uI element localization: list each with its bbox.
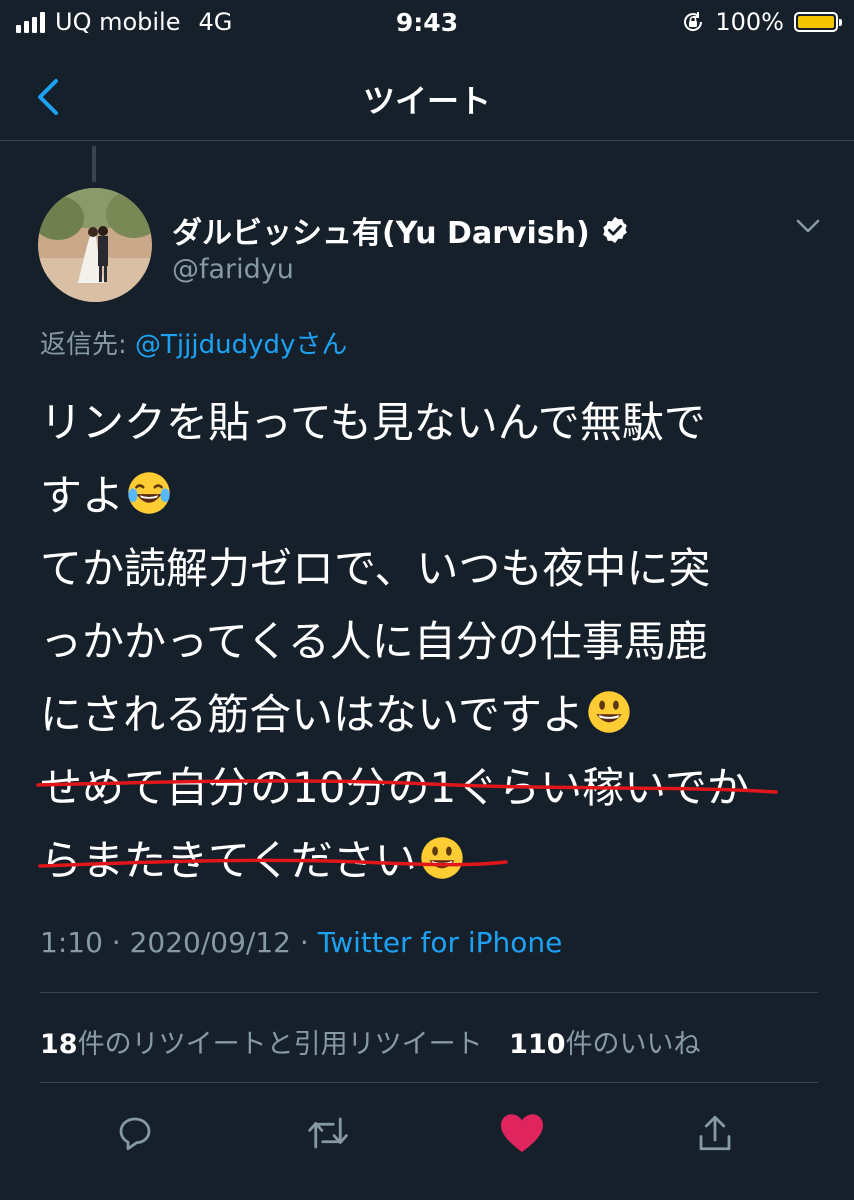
divider: [40, 992, 818, 993]
divider: [40, 1082, 818, 1083]
tweet-source-link[interactable]: Twitter for iPhone: [318, 926, 563, 959]
tweet-date: 2020/09/12: [129, 926, 291, 959]
tweet-timestamp: 1:10 · 2020/09/12 · Twitter for iPhone: [40, 926, 562, 959]
like-heart-icon: [501, 1114, 543, 1153]
share-icon: [699, 1115, 731, 1151]
share-button[interactable]: [690, 1108, 740, 1158]
retweets-label: 件のリツイートと引用リツイート: [77, 1029, 483, 1060]
likes-label: 件のいいね: [565, 1029, 701, 1060]
reply-icon: [119, 1117, 151, 1151]
tweet-stats: 18件のリツイートと引用リツイート 110件のいいね: [40, 1022, 701, 1061]
tweet-time: 1:10: [40, 926, 103, 959]
retweet-icon: [308, 1117, 348, 1149]
likes-stat[interactable]: 110件のいいね: [509, 1029, 700, 1060]
meta-separator: ·: [299, 926, 309, 959]
reply-button[interactable]: [110, 1108, 160, 1158]
red-underline-annotation: [36, 779, 778, 868]
retweets-stat[interactable]: 18件のリツイートと引用リツイート: [40, 1029, 483, 1060]
tweet-actions: [0, 1100, 854, 1170]
like-button[interactable]: [497, 1108, 547, 1158]
likes-count: 110: [509, 1029, 566, 1060]
retweet-button[interactable]: [303, 1108, 353, 1158]
retweets-count: 18: [40, 1029, 78, 1060]
meta-separator: ·: [111, 926, 121, 959]
